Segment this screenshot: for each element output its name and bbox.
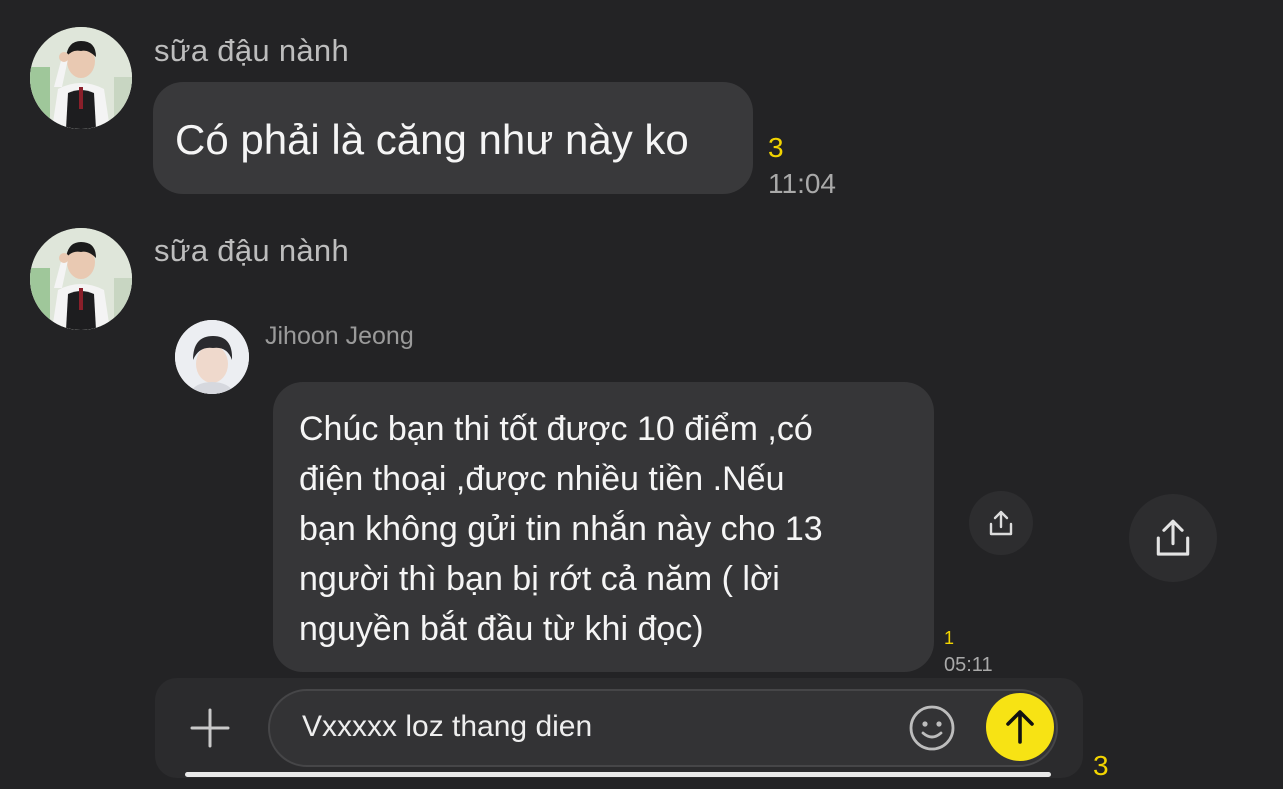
forwarded-sender-avatar[interactable] bbox=[175, 320, 249, 394]
share-button[interactable] bbox=[969, 491, 1033, 555]
message-line: Chúc bạn thi tốt được 10 điểm ,có bbox=[299, 410, 813, 448]
sender-name: sữa đậu nành bbox=[154, 233, 350, 268]
add-attachment-button[interactable] bbox=[188, 706, 232, 750]
unread-count: 3 bbox=[768, 132, 784, 163]
forwarded-message-bubble[interactable]: Chúc bạn thi tốt được 10 điểm ,có điện t… bbox=[273, 382, 934, 672]
avatar-photo-icon bbox=[30, 27, 132, 129]
unread-count: 1 bbox=[944, 628, 955, 648]
plus-icon bbox=[190, 708, 230, 748]
message-bubble[interactable]: Có phải là căng như này ko bbox=[153, 82, 753, 194]
message-time: 11:04 bbox=[768, 168, 836, 199]
arrow-up-icon bbox=[1006, 710, 1034, 744]
share-icon bbox=[1156, 519, 1190, 556]
message-line: điện thoại ,được nhiều tiền .Nếu bbox=[299, 460, 785, 498]
unread-count: 3 bbox=[1093, 750, 1109, 781]
sender-avatar[interactable] bbox=[30, 27, 132, 129]
message-line: nguyền bắt đầu từ khi đọc) bbox=[299, 610, 704, 648]
share-button[interactable] bbox=[1129, 494, 1217, 582]
avatar-photo-icon bbox=[175, 320, 249, 394]
avatar-photo-icon bbox=[30, 228, 132, 330]
message-input-text[interactable]: Vxxxxx loz thang dien bbox=[302, 710, 592, 744]
message-line: bạn không gửi tin nhắn này cho 13 bbox=[299, 510, 823, 548]
message-line: người thì bạn bị rớt cả năm ( lời bbox=[299, 560, 780, 598]
sender-name: sữa đậu nành bbox=[154, 33, 350, 68]
sender-avatar[interactable] bbox=[30, 228, 132, 330]
message-time: 05:11 bbox=[944, 654, 993, 676]
send-button[interactable] bbox=[986, 693, 1054, 761]
forwarded-sender-name: Jihoon Jeong bbox=[265, 322, 414, 350]
emoji-button[interactable] bbox=[908, 704, 956, 752]
share-icon bbox=[989, 510, 1013, 536]
composer-underline bbox=[185, 772, 1051, 777]
emoji-icon bbox=[909, 705, 955, 751]
